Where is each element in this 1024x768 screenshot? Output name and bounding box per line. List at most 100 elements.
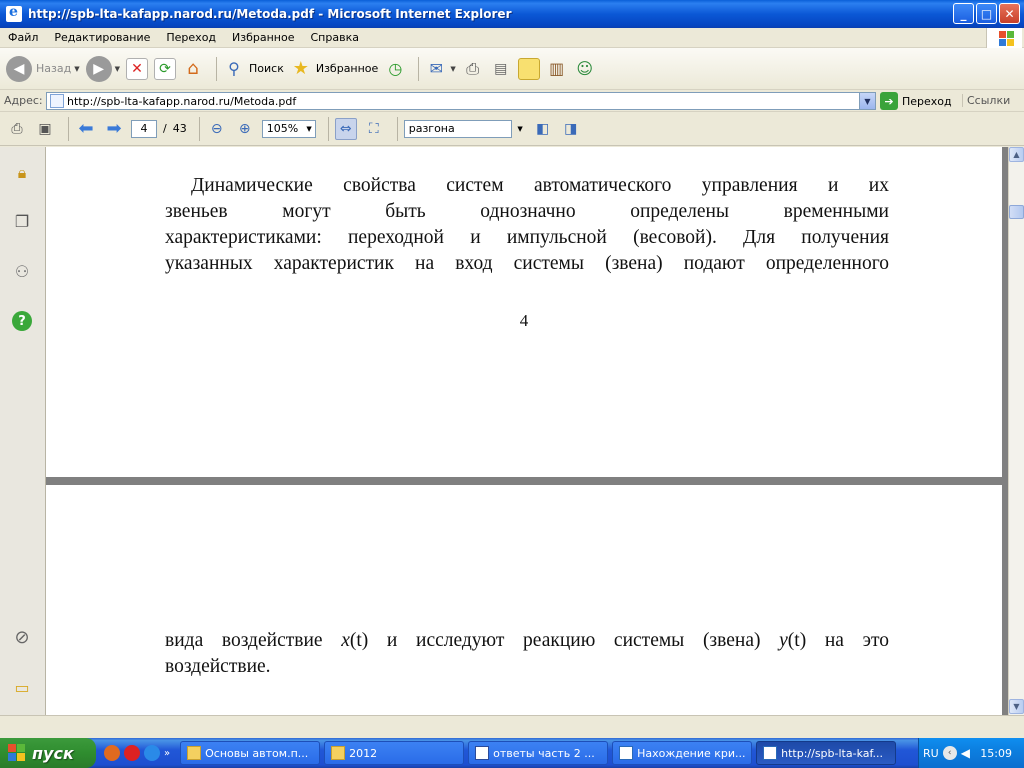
language-indicator[interactable]: RU bbox=[923, 747, 939, 760]
document-view[interactable]: Динамические свойства систем автоматичес… bbox=[46, 147, 1008, 715]
zoom-dropdown-icon[interactable]: ▼ bbox=[306, 125, 311, 133]
research-icon: ▥ bbox=[549, 59, 565, 78]
page-separator: / bbox=[163, 122, 167, 135]
refresh-icon: ⟳ bbox=[154, 57, 176, 80]
history-button[interactable]: ◷ bbox=[384, 58, 406, 80]
page-number-input[interactable]: 4 bbox=[131, 119, 157, 138]
text-line: звеньев могут быть однозначно определены… bbox=[165, 201, 889, 222]
edit-icon: ▤ bbox=[494, 60, 508, 77]
taskbar-item[interactable]: Нахождение кри... bbox=[612, 741, 753, 765]
attachment-icon[interactable]: ⊘ bbox=[10, 625, 34, 649]
search-binoculars-icon[interactable]: ⚇ bbox=[10, 259, 34, 283]
title-bar: http://spb-lta-kafapp.narod.ru/Metoda.pd… bbox=[0, 0, 1024, 28]
mail-dropdown-icon[interactable]: ▼ bbox=[450, 65, 455, 73]
taskbar-item[interactable]: Основы автом.п... bbox=[180, 741, 321, 765]
address-dropdown-icon[interactable]: ▼ bbox=[859, 93, 875, 109]
print-icon: ⎙ bbox=[466, 58, 480, 78]
links-button[interactable]: Ссылки bbox=[962, 94, 1010, 107]
back-arrow-icon: ◀ bbox=[6, 55, 32, 82]
help-icon[interactable]: ? bbox=[10, 309, 34, 333]
firefox-icon[interactable] bbox=[104, 745, 120, 761]
navigation-panel: 🔒︎ ❐ ⚇ ? ⊘ ▭ bbox=[0, 147, 46, 715]
scroll-up-button[interactable]: ▲ bbox=[1009, 147, 1024, 162]
go-label: Переход bbox=[902, 94, 952, 108]
forward-arrow-icon: ▶ bbox=[85, 55, 112, 82]
research-button[interactable]: ▥ bbox=[546, 58, 568, 80]
back-dropdown-icon[interactable]: ▼ bbox=[74, 65, 79, 73]
forward-button[interactable]: ▶ ▼ bbox=[85, 55, 120, 82]
pdf-page: вида воздействие x(t) и исследуют реакци… bbox=[46, 485, 1002, 715]
save-icon[interactable]: ▣ bbox=[34, 118, 56, 140]
volume-icon[interactable]: ◀ bbox=[961, 746, 970, 760]
forward-dropdown-icon[interactable]: ▼ bbox=[115, 65, 120, 73]
note-icon bbox=[517, 57, 540, 80]
maximize-button[interactable]: □ bbox=[976, 3, 997, 24]
find-next-icon[interactable]: ◨ bbox=[560, 118, 582, 140]
messenger-button[interactable]: ☺ bbox=[574, 58, 596, 80]
pdf-toolbar: ⎙ ▣ ⬅ ➡ 4 / 43 ⊖ ⊕ 105% ▼ ⇔ ⛶ разгона ▼ … bbox=[0, 112, 1024, 146]
go-button[interactable]: ➔ Переход bbox=[880, 92, 952, 110]
toolbar-separator bbox=[418, 56, 420, 81]
fit-width-icon[interactable]: ⇔ bbox=[334, 117, 357, 140]
mail-button[interactable]: ✉ ▼ bbox=[425, 58, 456, 80]
status-bar bbox=[0, 715, 1024, 738]
menu-help[interactable]: Справка bbox=[303, 31, 367, 44]
close-button[interactable]: ✕ bbox=[999, 3, 1020, 24]
text-line: вида воздействие x(t) и исследуют реакци… bbox=[165, 630, 889, 651]
address-input[interactable]: http://spb-lta-kafapp.narod.ru/Metoda.pd… bbox=[46, 92, 876, 110]
find-input[interactable]: разгона ▼ bbox=[403, 119, 523, 138]
taskbar-item[interactable]: ответы часть 2 ... bbox=[468, 741, 609, 765]
tray-expand-icon[interactable]: ‹ bbox=[942, 746, 957, 760]
zoom-in-icon[interactable]: ⊕ bbox=[234, 118, 256, 140]
minimize-button[interactable]: _ bbox=[953, 3, 974, 24]
scroll-thumb[interactable] bbox=[1009, 205, 1024, 219]
menu-go[interactable]: Переход bbox=[158, 31, 224, 44]
menu-edit[interactable]: Редактирование bbox=[46, 31, 158, 44]
start-button[interactable]: пуск bbox=[0, 738, 96, 768]
refresh-button[interactable]: ⟳ bbox=[154, 57, 176, 80]
print-icon[interactable]: ⎙ bbox=[6, 118, 28, 140]
lock-icon[interactable]: 🔒︎ bbox=[10, 161, 34, 185]
ie-quicklaunch-icon[interactable] bbox=[144, 745, 160, 761]
zoom-select[interactable]: 105% ▼ bbox=[261, 119, 316, 138]
find-previous-icon[interactable]: ◧ bbox=[532, 118, 554, 140]
home-icon: ⌂ bbox=[187, 58, 199, 79]
pdf-page: Динамические свойства систем автоматичес… bbox=[46, 147, 1002, 477]
toolbar-separator bbox=[198, 116, 200, 141]
menu-file[interactable]: Файл bbox=[0, 31, 46, 44]
stop-button[interactable]: ✕ bbox=[126, 57, 148, 80]
discuss-button[interactable] bbox=[517, 57, 540, 80]
previous-page-icon[interactable]: ⬅ bbox=[75, 118, 97, 140]
scroll-down-button[interactable]: ▼ bbox=[1009, 699, 1024, 714]
edit-button[interactable]: ▤ bbox=[490, 58, 512, 80]
ie-page-icon bbox=[763, 746, 778, 760]
taskbar-item-active[interactable]: http://spb-lta-kaf... bbox=[756, 741, 897, 765]
back-button[interactable]: ◀ Назад ▼ bbox=[6, 55, 80, 82]
print-button[interactable]: ⎙ bbox=[462, 58, 484, 80]
comments-icon[interactable]: ▭ bbox=[10, 675, 34, 699]
zoom-out-icon[interactable]: ⊖ bbox=[206, 118, 228, 140]
quick-launch-expand-icon[interactable]: » bbox=[164, 748, 170, 759]
vertical-scrollbar[interactable]: ▲ ▼ bbox=[1008, 147, 1024, 715]
next-page-icon[interactable]: ➡ bbox=[103, 118, 125, 140]
page-icon bbox=[50, 94, 64, 108]
search-button[interactable]: ⚲ Поиск bbox=[223, 58, 284, 80]
opera-icon[interactable] bbox=[124, 745, 140, 761]
address-url[interactable]: http://spb-lta-kafapp.narod.ru/Metoda.pd… bbox=[67, 95, 296, 108]
menu-favorites[interactable]: Избранное bbox=[224, 31, 302, 44]
favorites-button[interactable]: ★ Избранное bbox=[290, 58, 379, 80]
menu-bar: Файл Редактирование Переход Избранное Сп… bbox=[0, 28, 1024, 48]
word-document-icon bbox=[475, 746, 490, 760]
find-value: разгона bbox=[408, 122, 455, 135]
quick-launch: » bbox=[104, 745, 170, 761]
ie-icon bbox=[6, 4, 22, 22]
pages-icon[interactable]: ❐ bbox=[10, 209, 34, 233]
taskbar-item[interactable]: 2012 bbox=[324, 741, 465, 765]
home-button[interactable]: ⌂ bbox=[182, 58, 204, 80]
address-label: Адрес: bbox=[4, 94, 43, 107]
folder-icon bbox=[331, 746, 346, 760]
toolbar-separator bbox=[396, 116, 398, 141]
fit-page-icon[interactable]: ⛶ bbox=[363, 118, 385, 140]
find-dropdown-icon[interactable]: ▼ bbox=[517, 125, 522, 133]
zoom-value: 105% bbox=[266, 122, 299, 135]
